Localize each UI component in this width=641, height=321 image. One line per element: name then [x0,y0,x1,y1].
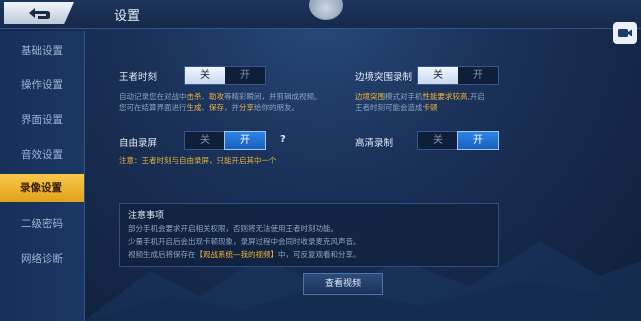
desc-highlight: 生成 [186,103,202,112]
notice-line-1: 部分手机会要求开启相关权限，否则将无法使用王者时刻功能。 [128,224,338,233]
notice-panel: 注意事项 部分手机会要求开启相关权限，否则将无法使用王者时刻功能。 少量手机开启… [119,203,499,267]
king-moment-on-option[interactable]: 开 [225,67,265,84]
video-record-button[interactable] [613,22,637,44]
notice-title: 注意事项 [128,211,165,221]
desc-text: 、 [201,92,210,101]
edge-record-off-option[interactable]: 关 [418,67,458,84]
hd-record-label: 高清录制 [355,138,394,149]
notice-line-3: 视频生成后将保存在【观战系统—我的视频】中，可反复观看和分享。 [128,249,361,260]
desc-highlight: 分享 [239,103,254,112]
help-icon[interactable]: ? [280,134,286,145]
desc-text: 王者时刻可能会造成 [355,103,423,112]
sidebar-item-basic[interactable]: 基础设置 [0,37,84,65]
sidebar-item-interface[interactable]: 界面设置 [0,106,84,134]
free-record-label: 自由录屏 [119,138,158,149]
hd-record-off-option[interactable]: 关 [418,132,458,149]
desc-highlight: 击杀 [186,92,202,101]
edge-record-toggle[interactable]: 关 开 [417,66,499,85]
desc-highlight: 保存 [209,103,224,112]
notice-text: 视频生成后将保存在 [128,250,196,259]
desc-text: 自动记录您在对战中 [119,92,187,101]
edge-record-label: 边境突围录制 [355,72,413,83]
desc-highlight: 助攻 [209,92,224,101]
back-arrow-icon [29,8,50,19]
desc-text: 等精彩瞬间，并剪辑成视频。 [224,92,322,101]
king-moment-description: 自动记录您在对战中击杀、助攻等精彩瞬间，并剪辑成视频。 您可在结算界面进行生成、… [119,91,322,113]
desc-highlight: 性能要求较高 [422,92,468,101]
edge-record-on-option[interactable]: 开 [458,67,498,84]
king-moment-label: 王者时刻 [119,72,158,83]
desc-text: 、 [201,103,210,112]
desc-text: 模式对手机 [385,92,423,101]
sidebar: 基础设置 操作设置 界面设置 音效设置 录像设置 二级密码 网络诊断 [0,31,85,321]
sidebar-item-network[interactable]: 网络诊断 [0,245,84,273]
desc-highlight: 卡顿 [422,103,438,112]
free-record-on-option[interactable]: 开 [224,131,266,150]
notice-text: 中，可反复观看和分享。 [278,250,361,259]
settings-screen: 设置 基础设置 操作设置 界面设置 音效设置 录像设置 二级密码 网络诊断 王者… [0,0,641,321]
desc-text: 您可在结算界面进行 [119,103,187,112]
video-record-icon [618,29,632,37]
desc-text: ,开启 [467,92,485,101]
desc-text: ，并 [224,103,239,112]
page-title: 设置 [114,9,141,24]
king-moment-off-option[interactable]: 关 [185,67,225,84]
hd-record-toggle[interactable]: 关 开 [417,131,499,150]
desc-highlight: 边境突围 [355,92,385,101]
sidebar-item-password[interactable]: 二级密码 [0,210,84,238]
free-record-off-option[interactable]: 关 [185,132,225,149]
sidebar-item-controls[interactable]: 操作设置 [0,71,84,99]
sidebar-item-recording[interactable]: 录像设置 [0,174,84,202]
desc-text: 给你的朋友。 [254,103,299,112]
edge-record-description: 边境突围模式对手机性能要求较高,开启 王者时刻可能会造成卡顿 [355,91,485,113]
free-record-warning: 注意：王者时刻与自由录屏，只能开启其中一个 [119,156,277,165]
notice-line-2: 少量手机开启后会出现卡顿现象，录屏过程中会同时收录麦克风声音。 [128,237,361,246]
hd-record-on-option[interactable]: 开 [457,131,499,150]
free-record-toggle[interactable]: 关 开 [184,131,266,150]
notice-highlight: 【观战系统—我的视频】 [195,250,279,259]
sidebar-item-sound[interactable]: 音效设置 [0,141,84,169]
back-button[interactable] [4,2,74,24]
view-video-button[interactable]: 查看视频 [303,273,383,295]
king-moment-toggle[interactable]: 关 开 [184,66,266,85]
